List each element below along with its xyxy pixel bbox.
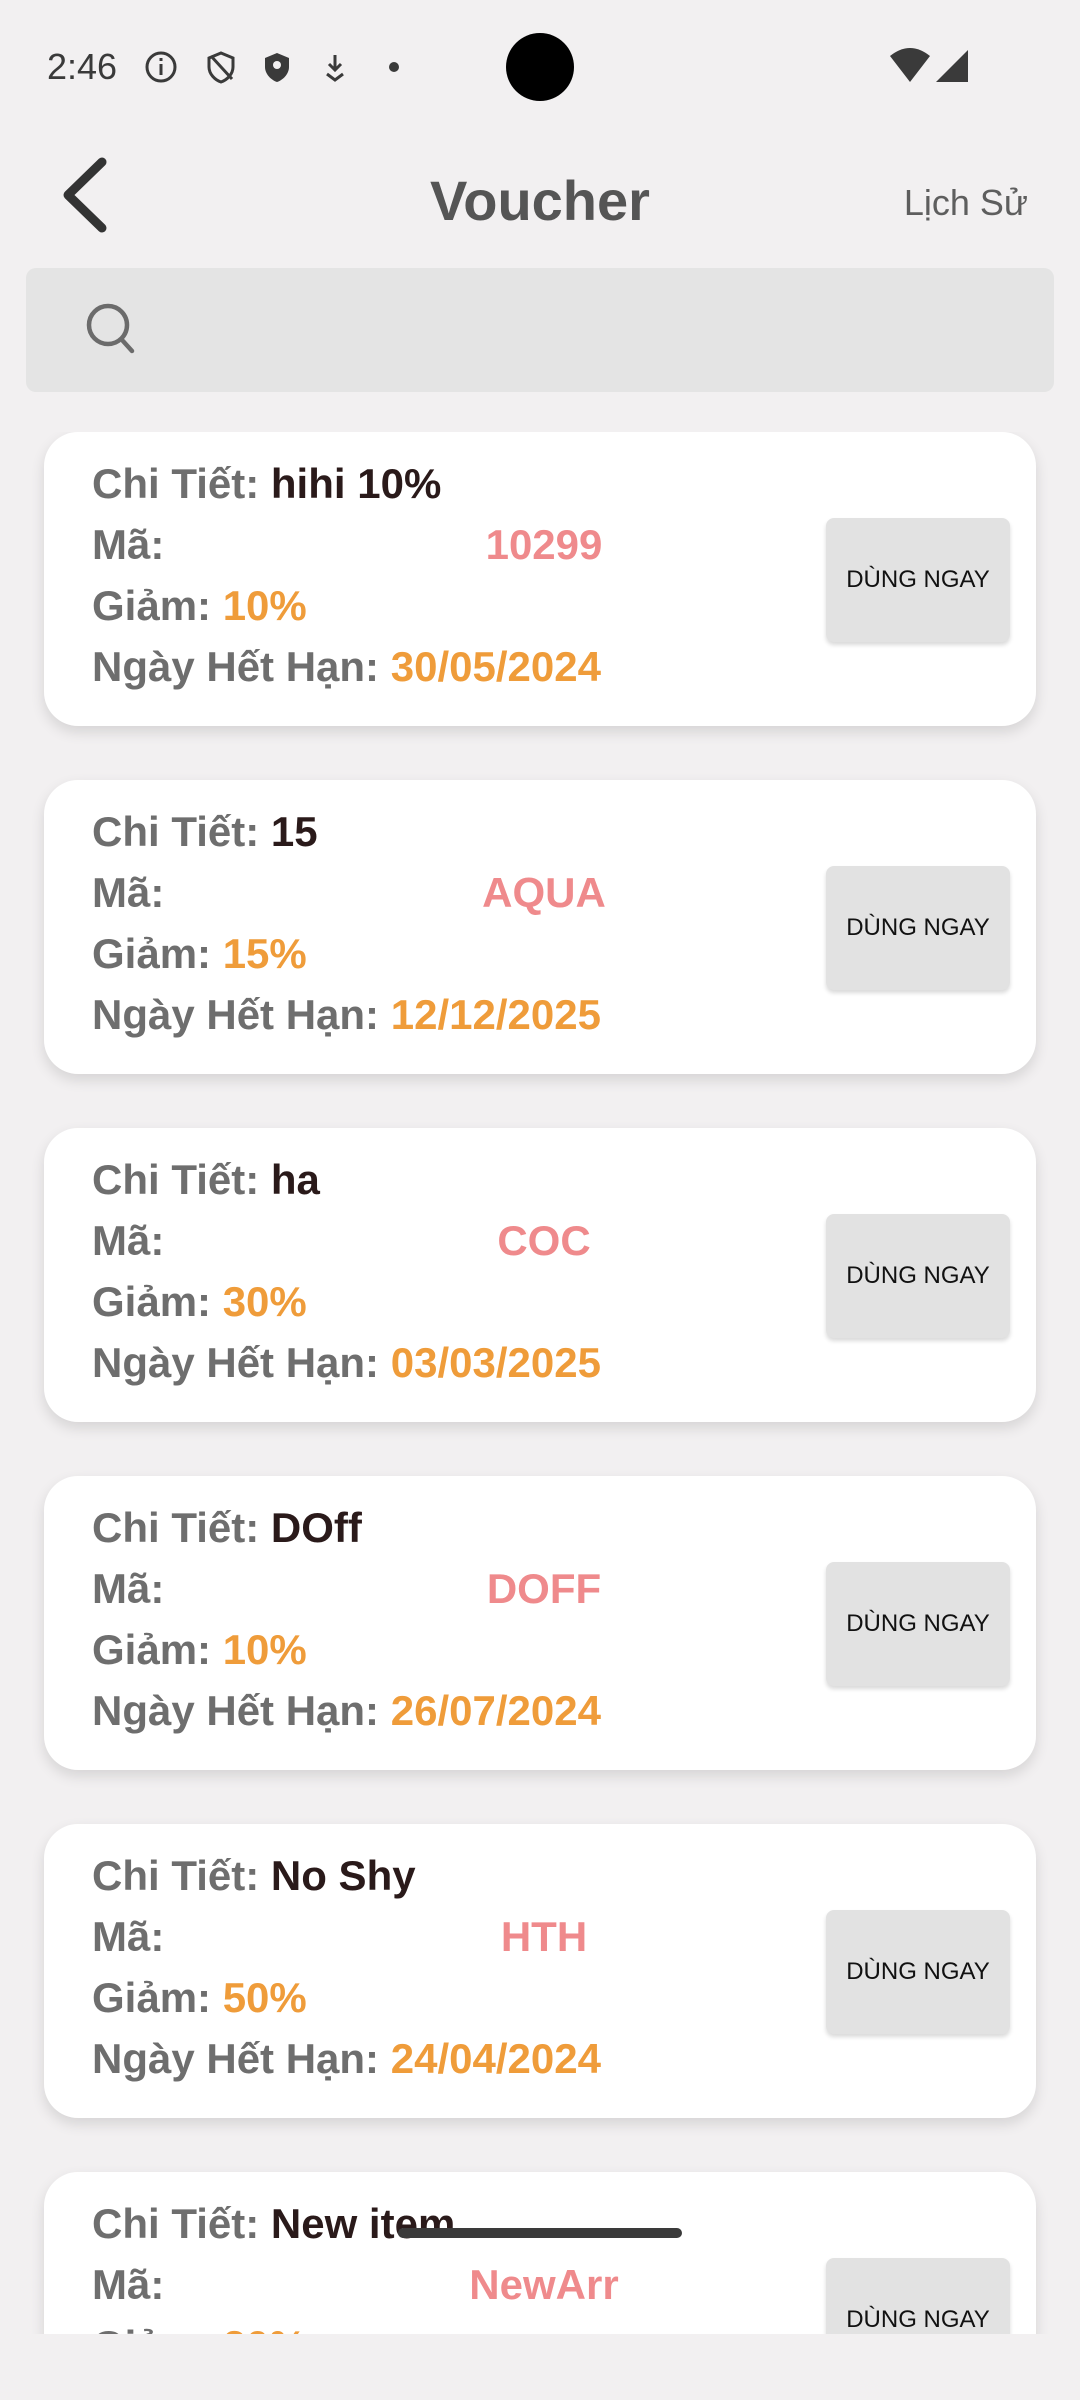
status-bar: 2:46 (0, 0, 1080, 120)
voucher-detail-row: Chi Tiết: No Shy (92, 1852, 416, 1904)
voucher-expiry: 26/07/2024 (390, 1687, 601, 1734)
voucher-expiry: 24/04/2024 (390, 2035, 601, 2082)
voucher-detail-row: Chi Tiết: DOff (92, 1504, 362, 1556)
voucher-discount-row: Giảm: 20% (92, 2322, 307, 2334)
voucher-expiry: 12/12/2025 (390, 991, 601, 1038)
detail-label: Chi Tiết: (92, 1504, 260, 1551)
status-time: 2:46 (47, 46, 118, 87)
voucher-discount: 20% (223, 2322, 307, 2334)
voucher-list[interactable]: Chi Tiết: hihi 10% Mã: 10299 Giảm: 10% N… (0, 432, 1080, 2334)
search-icon (86, 303, 135, 354)
expiry-label: Ngày Hết Hạn: (92, 1687, 380, 1734)
use-now-button[interactable]: DÙNG NGAY (826, 2258, 1010, 2334)
discount-label: Giảm: (92, 930, 212, 977)
voucher-card: Chi Tiết: New item Mã: NewArr Giảm: 20% … (44, 2172, 1036, 2334)
voucher-code-row: Mã: (92, 1217, 164, 1269)
voucher-card: Chi Tiết: 15 Mã: AQUA Giảm: 15% Ngày Hết… (44, 780, 1036, 1074)
wifi-icon (890, 48, 930, 82)
voucher-discount-row: Giảm: 15% (92, 930, 307, 982)
discount-label: Giảm: (92, 1974, 212, 2021)
detail-label: Chi Tiết: (92, 1852, 260, 1899)
voucher-expiry-row: Ngày Hết Hạn: 30/05/2024 (92, 643, 601, 695)
gesture-handle[interactable] (398, 2228, 682, 2238)
search-input[interactable] (166, 290, 1026, 370)
code-label: Mã: (92, 1565, 165, 1612)
voucher-discount: 30% (222, 1278, 307, 1325)
voucher-code-row: Mã: (92, 869, 164, 921)
voucher-detail-row: Chi Tiết: ha (92, 1156, 320, 1208)
code-label: Mã: (92, 869, 165, 916)
voucher-code: AQUA (482, 869, 606, 916)
voucher-expiry-row: Ngày Hết Hạn: 24/04/2024 (92, 2035, 601, 2087)
voucher-expiry-row: Ngày Hết Hạn: 03/03/2025 (92, 1339, 601, 1391)
detail-label: Chi Tiết: (92, 1156, 260, 1203)
voucher-discount: 10% (222, 1626, 307, 1673)
camera-cutout (506, 33, 574, 101)
detail-label: Chi Tiết: (92, 460, 260, 507)
voucher-expiry: 03/03/2025 (390, 1339, 601, 1386)
discount-label: Giảm: (92, 2322, 211, 2334)
discount-label: Giảm: (92, 1626, 212, 1673)
voucher-card: Chi Tiết: DOff Mã: DOFF Giảm: 10% Ngày H… (44, 1476, 1036, 1770)
voucher-code: COC (497, 1217, 591, 1264)
dot-icon (389, 62, 399, 72)
download-icon (326, 55, 344, 82)
voucher-discount-row: Giảm: 50% (92, 1974, 307, 2026)
code-label: Mã: (92, 1217, 165, 1264)
voucher-detail: hihi 10% (270, 460, 442, 507)
voucher-code-row: Mã: (92, 2261, 164, 2313)
expiry-label: Ngày Hết Hạn: (92, 2035, 380, 2082)
navigation-bar (0, 2334, 1080, 2400)
voucher-card: Chi Tiết: No Shy Mã: HTH Giảm: 50% Ngày … (44, 1824, 1036, 2118)
voucher-discount-row: Giảm: 10% (92, 1626, 307, 1678)
use-now-button[interactable]: DÙNG NGAY (826, 866, 1010, 990)
cell-signal-icon (936, 50, 968, 82)
voucher-detail: 15 (270, 808, 318, 855)
voucher-detail-row: Chi Tiết: hihi 10% (92, 460, 441, 512)
voucher-expiry-row: Ngày Hết Hạn: 26/07/2024 (92, 1687, 601, 1739)
code-label: Mã: (92, 521, 165, 568)
expiry-label: Ngày Hết Hạn: (92, 991, 380, 1038)
voucher-detail: DOff (270, 1504, 362, 1551)
voucher-card: Chi Tiết: hihi 10% Mã: 10299 Giảm: 10% N… (44, 432, 1036, 726)
use-now-button[interactable]: DÙNG NGAY (826, 518, 1010, 642)
shield-icon (265, 53, 289, 82)
voucher-code-row: Mã: (92, 1913, 164, 1965)
voucher-code-row: Mã: (92, 521, 164, 573)
search-bar[interactable] (26, 268, 1054, 392)
voucher-card: Chi Tiết: ha Mã: COC Giảm: 30% Ngày Hết … (44, 1128, 1036, 1422)
expiry-label: Ngày Hết Hạn: (92, 643, 380, 690)
voucher-expiry-row: Ngày Hết Hạn: 12/12/2025 (92, 991, 601, 1043)
info-icon (145, 51, 177, 83)
voucher-code-row: Mã: (92, 1565, 164, 1617)
voucher-detail: ha (270, 1156, 320, 1203)
expiry-label: Ngày Hết Hạn: (92, 1339, 380, 1386)
use-now-button[interactable]: DÙNG NGAY (826, 1910, 1010, 2034)
voucher-detail-row: Chi Tiết: New item (92, 2200, 455, 2252)
discount-label: Giảm: (92, 582, 212, 629)
voucher-code: DOFF (486, 1565, 602, 1612)
voucher-detail: New item (270, 2200, 456, 2247)
shield-off-icon (207, 51, 235, 84)
voucher-discount: 50% (222, 1974, 307, 2021)
use-now-button[interactable]: DÙNG NGAY (826, 1562, 1010, 1686)
voucher-detail: No Shy (270, 1852, 416, 1899)
voucher-code: NewArr (469, 2261, 619, 2308)
voucher-discount-row: Giảm: 10% (92, 582, 307, 634)
code-label: Mã: (92, 1913, 165, 1960)
detail-label: Chi Tiết: (92, 808, 260, 855)
detail-label: Chi Tiết: (92, 2200, 260, 2247)
discount-label: Giảm: (92, 1278, 212, 1325)
voucher-code: 10299 (485, 521, 603, 568)
voucher-discount-row: Giảm: 30% (92, 1278, 307, 1330)
voucher-code: HTH (500, 1913, 588, 1960)
voucher-expiry: 30/05/2024 (390, 643, 601, 690)
voucher-discount: 15% (222, 930, 307, 977)
voucher-detail-row: Chi Tiết: 15 (92, 808, 318, 860)
voucher-discount: 10% (222, 582, 307, 629)
use-now-button[interactable]: DÙNG NGAY (826, 1214, 1010, 1338)
code-label: Mã: (92, 2261, 165, 2308)
history-button[interactable]: Lịch Sử (904, 182, 1028, 224)
